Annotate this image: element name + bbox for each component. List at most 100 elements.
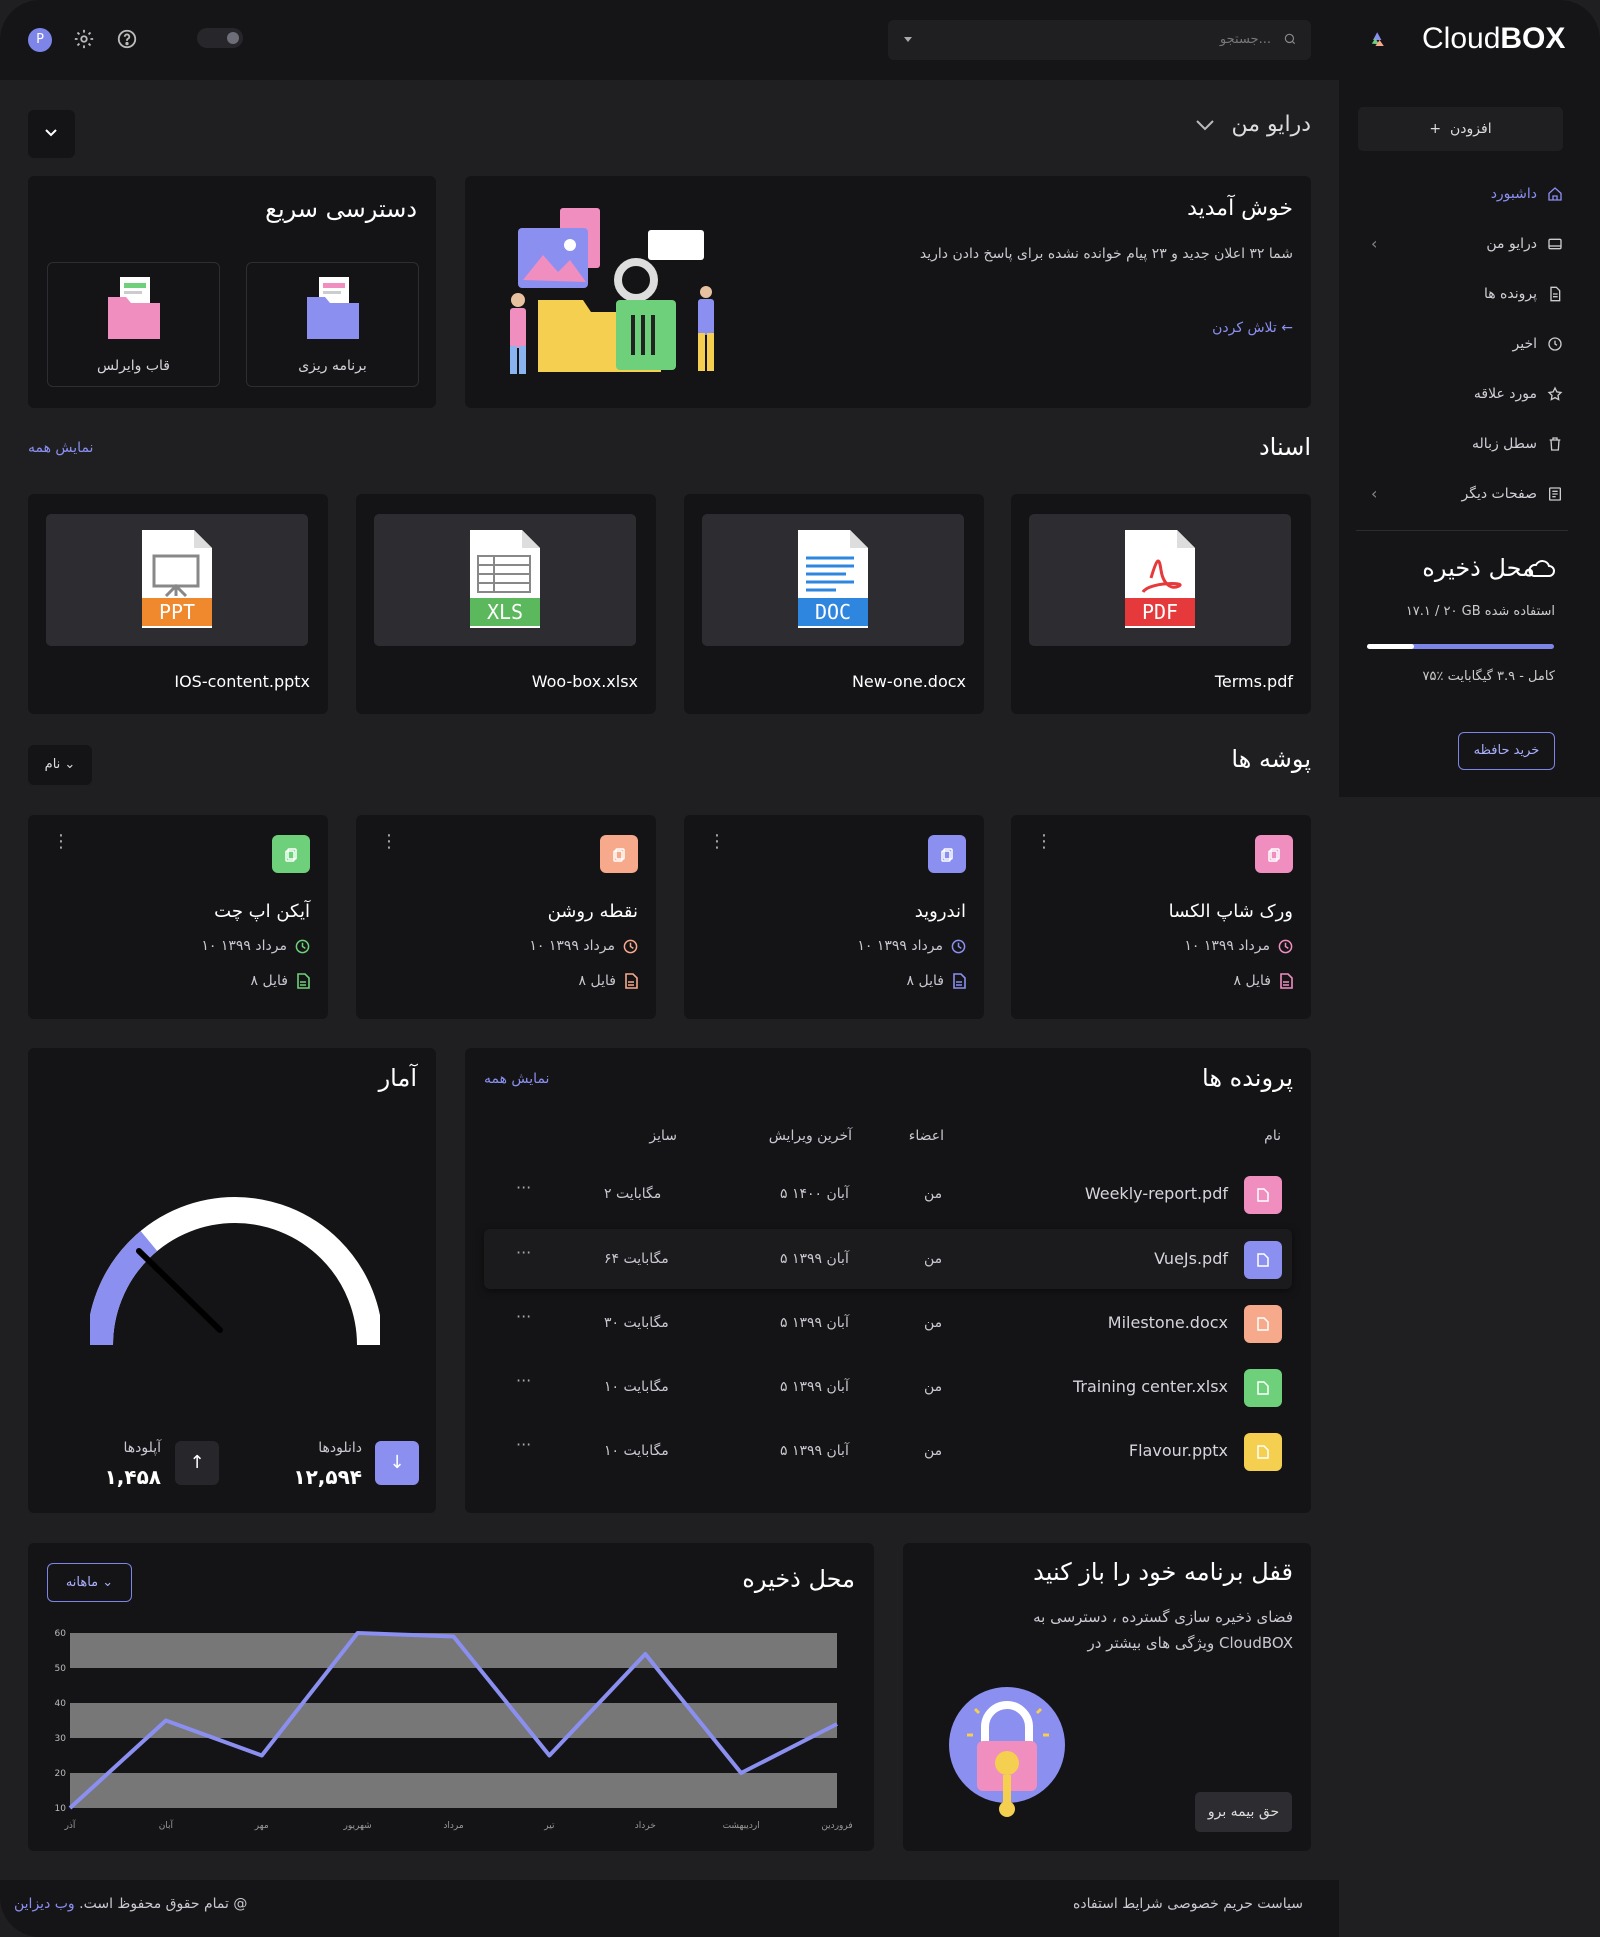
file-size: ۱۰ مگابایت — [604, 1443, 669, 1459]
storage-full-text: ۷۵٪ کامل - ۳.۹ گیگابایت — [1422, 669, 1555, 684]
add-button[interactable]: + افزودن — [1358, 107, 1563, 151]
table-row[interactable]: Milestone.docx من ۵ آبان ۱۳۹۹ ۳۰ مگابایت… — [484, 1293, 1292, 1353]
more-horizontal-icon[interactable]: ··· — [516, 1243, 531, 1262]
column-header-name[interactable]: نام — [1264, 1128, 1281, 1144]
sidebar-item-other-pages[interactable]: صفحات دیگر — [1462, 482, 1564, 506]
chevron-left-icon[interactable]: ‹ — [1371, 484, 1377, 503]
file-type-badge: PPT — [158, 600, 196, 624]
folder-icon — [600, 835, 638, 873]
storage-line-chart: 10 20 30 40 50 60 فروردین اردیبهشت خرداد تیر مردا… — [55, 1629, 853, 1831]
more-vertical-icon[interactable]: ⋮ — [52, 833, 70, 851]
table-row[interactable]: Flavour.pptx من ۵ آبان ۱۳۹۹ ۱۰ مگابایت ·… — [484, 1421, 1292, 1481]
document-card[interactable]: PDF Terms.pdf — [1011, 494, 1311, 714]
folder-card[interactable]: ⋮ آیکن اپ چت ۱۰ مرداد ۱۳۹۹ ۸ فایل — [28, 815, 328, 1019]
collapse-button[interactable] — [28, 110, 75, 158]
copyright-text: تمام حقوق محفوظ است. وب دیزاین @ — [14, 1896, 248, 1912]
trash-icon — [1549, 437, 1561, 451]
file-name: Weekly-report.pdf — [1084, 1184, 1228, 1203]
more-vertical-icon[interactable]: ⋮ — [708, 833, 726, 851]
more-vertical-icon[interactable]: ⋮ — [380, 833, 398, 851]
folder-date: ۱۰ مرداد ۱۳۹۹ — [201, 938, 310, 954]
sidebar-item-files[interactable]: پرونده ها — [1484, 282, 1563, 306]
file-size: ۱۰ مگابایت — [604, 1379, 669, 1395]
sidebar-item-favorites[interactable]: مورد علاقه — [1474, 382, 1563, 406]
file-icon — [1550, 286, 1561, 302]
gear-icon[interactable] — [73, 28, 95, 50]
folder-card[interactable]: ⋮ نقطه روشن ۱۰ مرداد ۱۳۹۹ ۸ فایل — [356, 815, 656, 1019]
search-input[interactable]: جستجو... — [1220, 32, 1271, 47]
file-icon — [1244, 1241, 1282, 1279]
y-tick-label: 40 — [55, 1699, 67, 1709]
document-card[interactable]: DOC New-one.docx — [684, 494, 984, 714]
folder-name: آیکن اپ چت — [214, 901, 310, 922]
more-vertical-icon[interactable]: ⋮ — [1035, 833, 1053, 851]
column-header-size[interactable]: سایز — [649, 1128, 677, 1144]
period-dropdown[interactable]: ماهانه ⌄ — [47, 1563, 132, 1602]
chevron-down-icon[interactable] — [1195, 118, 1215, 132]
quick-access-title: دسترسی سریع — [265, 195, 417, 223]
welcome-illustration — [510, 208, 714, 374]
y-tick-label: 30 — [55, 1734, 67, 1744]
theme-toggle[interactable] — [197, 28, 243, 48]
copyright-link[interactable]: وب دیزاین — [14, 1896, 75, 1912]
brand-name: CloudBOX — [1422, 22, 1566, 55]
help-icon[interactable] — [116, 28, 138, 50]
avatar[interactable]: P — [28, 28, 52, 52]
file-name: VueJs.pdf — [1154, 1249, 1228, 1268]
buy-storage-button[interactable]: خرید حافظه — [1458, 732, 1555, 770]
file-members: من — [924, 1443, 943, 1459]
folder-file-count: ۸ فایل — [251, 973, 310, 989]
document-card[interactable]: XLS Woo-box.xlsx — [356, 494, 656, 714]
premium-button[interactable]: حق بیمه برو — [1195, 1792, 1292, 1832]
folder-file-count: ۸ فایل — [1234, 973, 1293, 989]
home-icon — [1548, 187, 1562, 201]
drive-icon — [1548, 238, 1562, 250]
quick-access-item[interactable]: برنامه ریزی — [246, 262, 419, 387]
download-icon: ↓ — [375, 1441, 419, 1485]
search-bar[interactable]: جستجو... — [888, 20, 1311, 60]
column-header-members[interactable]: اعضاء — [909, 1128, 944, 1144]
sidebar-item-label: اخیر — [1512, 336, 1538, 352]
document-name: New-one.docx — [851, 672, 966, 691]
column-header-last-edited[interactable]: آخرین ویرایش — [769, 1128, 852, 1144]
document-name: Woo-box.xlsx — [531, 672, 638, 691]
sidebar-item-my-drive[interactable]: درایو من — [1486, 232, 1563, 256]
search-icon — [1284, 33, 1296, 45]
sidebar-item-recent[interactable]: اخیر — [1513, 332, 1564, 356]
y-tick-label: 20 — [55, 1769, 67, 1779]
search-dropdown-caret[interactable] — [904, 37, 912, 42]
downloads-label: دانلودها — [318, 1440, 362, 1456]
x-tick-label: اردیبهشت — [723, 1821, 760, 1831]
sidebar-item-dashboard[interactable]: داشبورد — [1491, 182, 1563, 206]
files-show-all-link[interactable]: نمایش همه — [484, 1071, 549, 1087]
storage-chart-title: محل ذخیره — [742, 1565, 855, 1593]
document-card[interactable]: PPT IOS-content.pptx — [28, 494, 328, 714]
documents-show-all-link[interactable]: نمایش همه — [28, 440, 93, 456]
file-size: ۳۰ مگابایت — [604, 1315, 669, 1331]
clock-icon — [1548, 337, 1562, 351]
file-size: ۶۴ مگابایت — [604, 1251, 669, 1267]
app-frame: P جستجو... CloudBOX + افزودن داشبورد درا… — [0, 0, 1600, 1937]
stats-title: آمار — [378, 1064, 417, 1092]
table-row[interactable]: VueJs.pdf من ۵ آبان ۱۳۹۹ ۶۴ مگابایت ··· — [484, 1229, 1292, 1289]
table-row[interactable]: Weekly-report.pdf من ۵ آبان ۱۴۰۰ ۲ مگابا… — [484, 1164, 1292, 1224]
page-title: درایو من — [1231, 112, 1311, 137]
chevron-left-icon[interactable]: ‹ — [1371, 234, 1377, 253]
file-last-edited: ۵ آبان ۱۴۰۰ — [780, 1186, 849, 1202]
quick-access-item[interactable]: قاب وایرلس — [47, 262, 220, 387]
table-row[interactable]: Training center.xlsx من ۵ آبان ۱۳۹۹ ۱۰ م… — [484, 1357, 1292, 1417]
file-icon — [1244, 1176, 1282, 1214]
more-horizontal-icon[interactable]: ··· — [516, 1307, 531, 1326]
more-horizontal-icon[interactable]: ··· — [516, 1178, 531, 1197]
more-horizontal-icon[interactable]: ··· — [516, 1435, 531, 1454]
folder-card[interactable]: ⋮ اندروید ۱۰ مرداد ۱۳۹۹ ۸ فایل — [684, 815, 984, 1019]
files-title: پرونده ها — [1202, 1064, 1293, 1092]
clock-icon — [623, 939, 638, 953]
sidebar-item-trash[interactable]: سطل زباله — [1472, 432, 1563, 456]
more-horizontal-icon[interactable]: ··· — [516, 1371, 531, 1390]
pages-icon — [1549, 487, 1561, 501]
footer-links[interactable]: سیاست حریم خصوصی شرایط استفاده — [1073, 1896, 1303, 1912]
try-link[interactable]: تلاش کردن ← — [1212, 320, 1293, 336]
folder-card[interactable]: ⋮ ورک شاپ الکسا ۱۰ مرداد ۱۳۹۹ ۸ فایل — [1011, 815, 1311, 1019]
sort-dropdown[interactable]: نام ⌄ — [28, 745, 92, 785]
